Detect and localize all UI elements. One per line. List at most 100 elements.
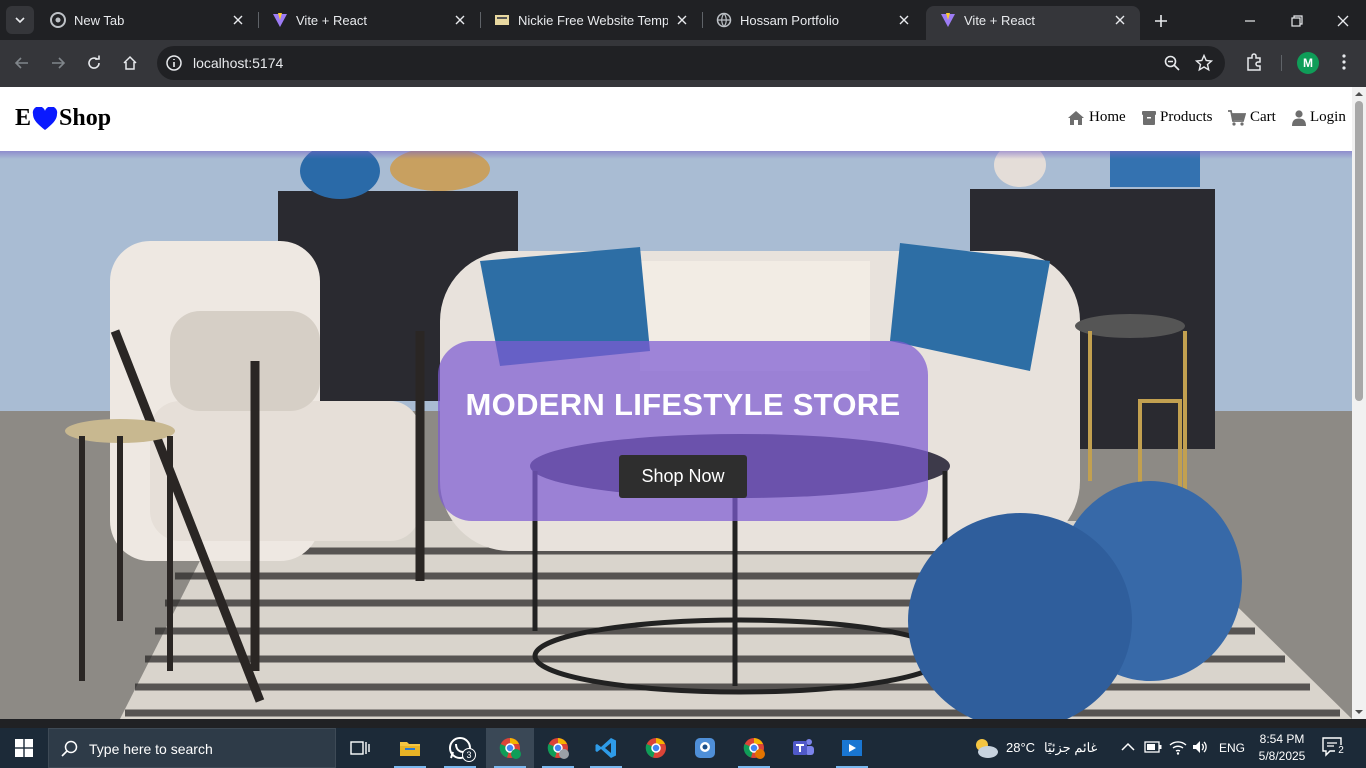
restore-icon xyxy=(1291,15,1303,27)
site-info-icon[interactable] xyxy=(165,54,183,72)
minimize-button[interactable] xyxy=(1239,10,1261,32)
heart-icon xyxy=(32,106,58,130)
scroll-thumb[interactable] xyxy=(1355,101,1363,401)
hero-cta-card: MODERN LIFESTYLE STORE Shop Now xyxy=(438,341,928,521)
nav-home[interactable]: Home xyxy=(1067,109,1126,126)
brand-name: Shop xyxy=(59,105,112,131)
template-icon xyxy=(495,15,509,25)
weather-partly-cloudy-icon[interactable] xyxy=(972,736,1000,760)
extensions-icon[interactable] xyxy=(1244,52,1264,72)
user-icon xyxy=(1292,109,1306,126)
hero-top-shade xyxy=(0,151,1352,159)
browser-tab[interactable]: Hossam Portfolio xyxy=(702,0,924,40)
taskbar-teams[interactable] xyxy=(779,728,827,768)
whatsapp-badge: 3 xyxy=(462,748,476,762)
home-button[interactable] xyxy=(119,52,141,74)
taskbar-chrome[interactable] xyxy=(632,728,680,768)
bookmark-star-icon[interactable] xyxy=(1195,54,1213,72)
page-scrollbar[interactable] xyxy=(1352,87,1366,719)
reload-button[interactable] xyxy=(83,52,105,74)
scroll-down-arrow-icon[interactable] xyxy=(1355,708,1363,716)
close-icon[interactable] xyxy=(896,12,912,28)
windows-taskbar: Type here to search 3 28°C غائم جزئيًا E… xyxy=(0,728,1366,768)
taskbar-chrome-active[interactable] xyxy=(486,728,534,768)
clock-date: 5/8/2025 xyxy=(1258,749,1306,763)
notification-center-button[interactable]: 2 xyxy=(1322,737,1347,759)
nav-home-label: Home xyxy=(1089,109,1126,125)
search-icon xyxy=(61,740,78,757)
teams-icon xyxy=(793,739,814,755)
chrome-profile-2-icon xyxy=(547,738,569,759)
browser-tab-active[interactable]: Vite + React xyxy=(926,6,1140,40)
task-view-button[interactable] xyxy=(336,728,384,768)
chrome-icon xyxy=(50,12,66,28)
home-icon xyxy=(1068,110,1084,125)
shop-now-button[interactable]: Shop Now xyxy=(619,455,747,498)
new-tab-button[interactable] xyxy=(1150,10,1172,32)
tab-title: Nickie Free Website Templat xyxy=(518,13,668,28)
close-window-button[interactable] xyxy=(1332,10,1354,32)
taskbar-vscode[interactable] xyxy=(582,728,630,768)
taskbar-media-app[interactable] xyxy=(828,728,876,768)
close-icon[interactable] xyxy=(1112,12,1128,28)
tab-title: Hossam Portfolio xyxy=(740,13,839,28)
forward-button[interactable] xyxy=(47,52,69,74)
box-icon xyxy=(1142,110,1156,125)
restore-button[interactable] xyxy=(1286,10,1308,32)
close-icon[interactable] xyxy=(230,12,246,28)
taskbar-file-explorer[interactable] xyxy=(386,728,434,768)
address-bar[interactable]: localhost:5174 xyxy=(157,46,1225,80)
cart-icon xyxy=(1228,109,1246,126)
browser-toolbar: localhost:5174 xyxy=(0,40,1366,87)
taskbar-chrome-profile-3[interactable] xyxy=(730,728,778,768)
browser-tab[interactable]: New Tab xyxy=(36,0,258,40)
weather-temperature[interactable]: 28°C xyxy=(1006,740,1035,755)
volume-icon[interactable] xyxy=(1192,739,1208,755)
more-vertical-icon xyxy=(1342,54,1346,70)
page-viewport: E Shop Home Products Cart Login MODERN L… xyxy=(0,87,1352,719)
chrome-profile-3-icon xyxy=(743,738,765,759)
globe-icon xyxy=(716,12,732,28)
url-text[interactable]: localhost:5174 xyxy=(193,55,283,71)
site-navbar: E Shop Home Products Cart Login xyxy=(0,87,1352,151)
hero-title: MODERN LIFESTYLE STORE xyxy=(465,387,901,422)
nav-cart[interactable]: Cart xyxy=(1228,109,1276,126)
nav-cart-label: Cart xyxy=(1250,109,1276,125)
chevron-up-icon[interactable] xyxy=(1121,742,1135,752)
hero-banner: MODERN LIFESTYLE STORE Shop Now xyxy=(0,151,1352,719)
taskbar-search-box[interactable]: Type here to search xyxy=(48,728,336,768)
wifi-icon[interactable] xyxy=(1169,739,1187,755)
weather-condition[interactable]: غائم جزئيًا xyxy=(1044,740,1097,756)
windows-logo-icon xyxy=(15,739,33,757)
close-icon[interactable] xyxy=(452,12,468,28)
tab-search-button[interactable] xyxy=(6,6,34,34)
system-clock[interactable]: 8:54 PM 5/8/2025 xyxy=(1252,731,1312,765)
zoom-icon[interactable] xyxy=(1163,54,1181,72)
nav-products-label: Products xyxy=(1160,109,1213,125)
vite-icon xyxy=(941,13,955,27)
back-button[interactable] xyxy=(11,52,33,74)
taskbar-webcam-app[interactable] xyxy=(681,728,729,768)
taskbar-chrome-profile-2[interactable] xyxy=(534,728,582,768)
nav-login[interactable]: Login xyxy=(1292,109,1346,126)
start-button[interactable] xyxy=(0,728,48,768)
browser-tab[interactable]: Vite + React xyxy=(258,0,480,40)
close-icon[interactable] xyxy=(674,12,690,28)
profile-avatar[interactable]: M xyxy=(1297,52,1319,74)
search-placeholder: Type here to search xyxy=(89,741,213,757)
browser-menu-button[interactable] xyxy=(1334,52,1354,72)
battery-icon[interactable] xyxy=(1144,741,1162,753)
browser-tab[interactable]: Nickie Free Website Templat xyxy=(480,0,702,40)
minimize-icon xyxy=(1245,20,1255,22)
task-view-icon xyxy=(350,741,370,755)
reload-icon xyxy=(88,55,100,69)
input-language[interactable]: ENG xyxy=(1219,741,1245,755)
brand-logo[interactable]: E Shop xyxy=(15,105,111,132)
chrome-profile-m-icon xyxy=(499,738,521,759)
scroll-up-arrow-icon[interactable] xyxy=(1355,90,1363,98)
home-icon xyxy=(123,55,137,70)
nav-products[interactable]: Products xyxy=(1142,109,1213,126)
taskbar-whatsapp[interactable]: 3 xyxy=(436,728,484,768)
file-explorer-icon xyxy=(400,742,420,756)
nav-login-label: Login xyxy=(1310,109,1346,125)
